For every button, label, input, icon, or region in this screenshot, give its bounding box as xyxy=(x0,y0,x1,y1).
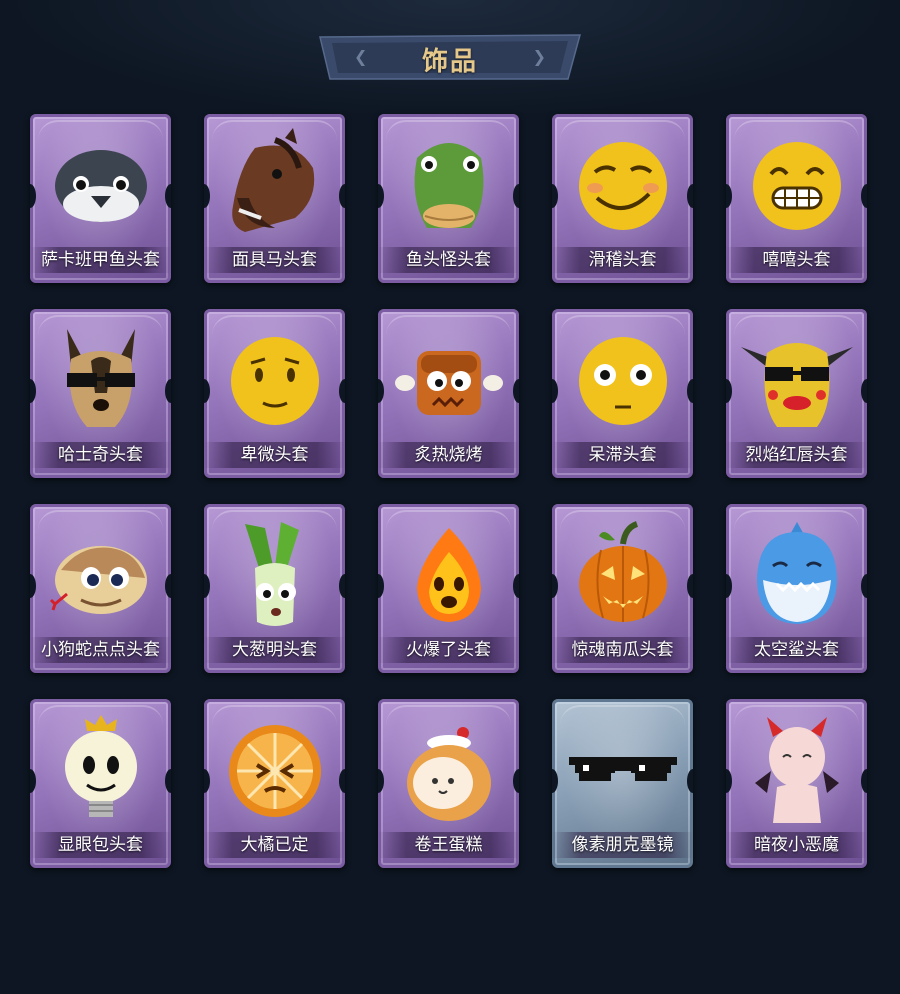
item-card[interactable]: 像素朋克墨镜 xyxy=(552,699,693,868)
husky-icon xyxy=(30,323,171,441)
snake-icon xyxy=(30,518,171,636)
item-name: 鱼头怪头套 xyxy=(378,247,519,273)
item-name: 大橘已定 xyxy=(204,832,345,858)
item-card[interactable]: 呆滞头套 xyxy=(552,309,693,478)
shark-icon xyxy=(726,518,867,636)
item-name: 卑微头套 xyxy=(204,442,345,468)
fish-head-icon xyxy=(378,128,519,246)
item-name: 面具马头套 xyxy=(204,247,345,273)
item-card[interactable]: 大葱明头套 xyxy=(204,504,345,673)
item-name: 炙热烧烤 xyxy=(378,442,519,468)
item-name: 惊魂南瓜头套 xyxy=(552,637,693,663)
item-name: 卷王蛋糕 xyxy=(378,832,519,858)
item-card[interactable]: 烈焰红唇头套 xyxy=(726,309,867,478)
lightbulb-icon xyxy=(30,713,171,831)
item-card[interactable]: 滑稽头套 xyxy=(552,114,693,283)
grin-emoji-icon xyxy=(726,128,867,246)
accessory-grid: 萨卡班甲鱼头套 面具马头套 鱼头怪头套 滑稽头套 嘻嘻头套 哈士奇头套 卑微头套… xyxy=(28,114,878,868)
grilled-meat-icon xyxy=(378,323,519,441)
smirk-emoji-icon xyxy=(552,128,693,246)
item-name: 暗夜小恶魔 xyxy=(726,832,867,858)
humble-emoji-icon xyxy=(204,323,345,441)
item-name: 呆滞头套 xyxy=(552,442,693,468)
armored-fish-icon xyxy=(30,128,171,246)
item-name: 太空鲨头套 xyxy=(726,637,867,663)
pixel-sunglasses-icon xyxy=(552,713,693,831)
item-card[interactable]: 卑微头套 xyxy=(204,309,345,478)
roll-cake-icon xyxy=(378,713,519,831)
item-name: 火爆了头套 xyxy=(378,637,519,663)
item-card[interactable]: 太空鲨头套 xyxy=(726,504,867,673)
item-card[interactable]: 嘻嘻头套 xyxy=(726,114,867,283)
scallion-icon xyxy=(204,518,345,636)
item-card[interactable]: 惊魂南瓜头套 xyxy=(552,504,693,673)
item-card[interactable]: 卷王蛋糕 xyxy=(378,699,519,868)
item-name: 小狗蛇点点头套 xyxy=(30,637,171,663)
item-card[interactable]: 鱼头怪头套 xyxy=(378,114,519,283)
red-lips-mask-icon xyxy=(726,323,867,441)
item-name: 大葱明头套 xyxy=(204,637,345,663)
item-card[interactable]: 炙热烧烤 xyxy=(378,309,519,478)
page-title: 饰品 xyxy=(421,47,478,77)
item-name: 显眼包头套 xyxy=(30,832,171,858)
item-card[interactable]: 大橘已定 xyxy=(204,699,345,868)
item-name: 嘻嘻头套 xyxy=(726,247,867,273)
orange-slice-icon xyxy=(204,713,345,831)
item-name: 烈焰红唇头套 xyxy=(726,442,867,468)
item-card[interactable]: 暗夜小恶魔 xyxy=(726,699,867,868)
little-devil-icon xyxy=(726,713,867,831)
item-card[interactable]: 萨卡班甲鱼头套 xyxy=(30,114,171,283)
item-name: 哈士奇头套 xyxy=(30,442,171,468)
item-card[interactable]: 火爆了头套 xyxy=(378,504,519,673)
item-name: 萨卡班甲鱼头套 xyxy=(30,247,171,273)
item-name: 滑稽头套 xyxy=(552,247,693,273)
fire-icon xyxy=(378,518,519,636)
pumpkin-icon xyxy=(552,518,693,636)
dazed-emoji-icon xyxy=(552,323,693,441)
title-banner: ❮ ❯ 饰品 xyxy=(318,33,582,81)
horse-mask-icon xyxy=(204,128,345,246)
item-card[interactable]: 面具马头套 xyxy=(204,114,345,283)
item-card[interactable]: 哈士奇头套 xyxy=(30,309,171,478)
item-name: 像素朋克墨镜 xyxy=(552,832,693,858)
item-card[interactable]: 小狗蛇点点头套 xyxy=(30,504,171,673)
item-card[interactable]: 显眼包头套 xyxy=(30,699,171,868)
